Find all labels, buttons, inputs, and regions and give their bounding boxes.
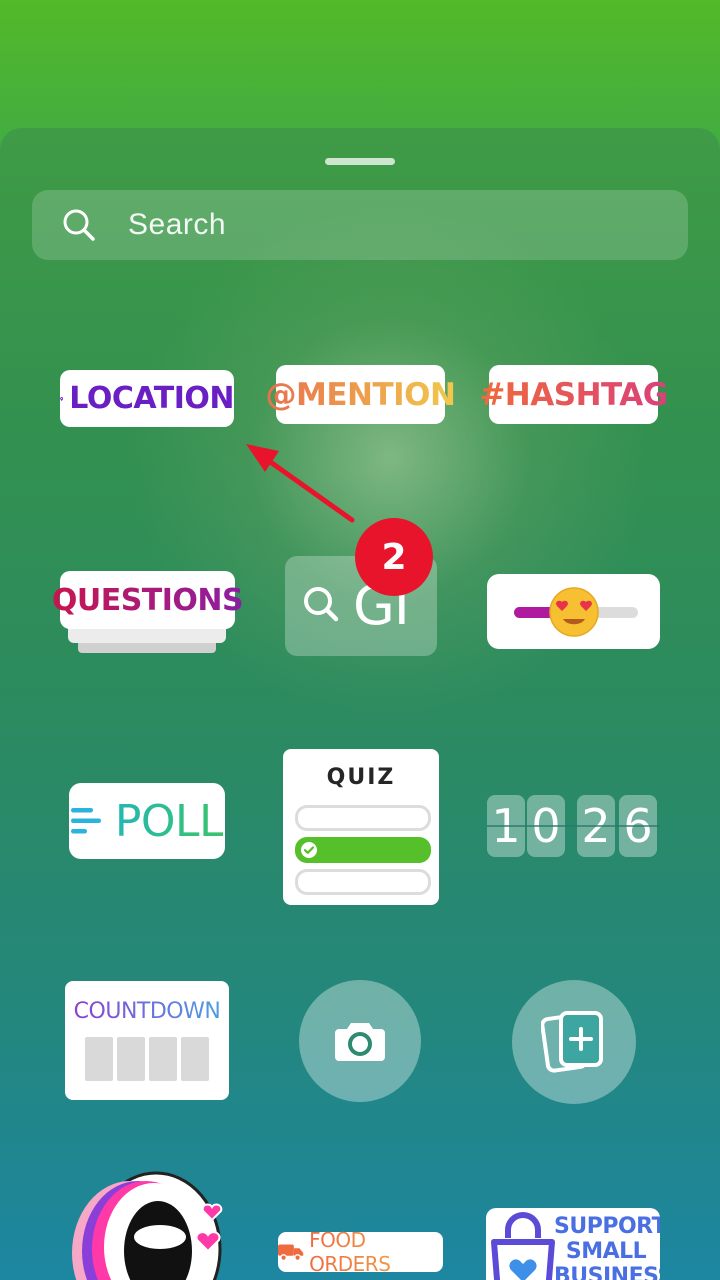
drag-handle[interactable]	[325, 158, 395, 165]
step-number: 2	[381, 536, 407, 578]
support-label-line3: BUSINESS	[554, 1264, 660, 1280]
time-sticker[interactable]: 1 0 2 6	[487, 795, 660, 857]
food-truck-icon	[278, 1244, 304, 1262]
search-icon	[63, 209, 95, 241]
poll-label: POLL	[114, 795, 224, 847]
location-pin-icon	[60, 396, 64, 401]
location-label: LOCATION	[69, 381, 234, 416]
support-small-business-sticker[interactable]: SUPPORT SMALL BUSINESS	[486, 1208, 660, 1280]
quiz-option	[295, 805, 431, 831]
sticker-tray: Search LOCATION @MENTION #HASHTAG QUESTI…	[0, 128, 720, 1280]
quiz-option	[295, 869, 431, 895]
questions-sticker[interactable]: QUESTIONS	[52, 571, 244, 655]
search-icon	[304, 587, 339, 622]
food-orders-label: FOOD ORDERS	[309, 1228, 443, 1276]
support-label-line1: SUPPORT	[554, 1214, 660, 1239]
poll-icon	[70, 808, 101, 834]
countdown-sticker[interactable]: COUNTDOWN	[65, 981, 229, 1100]
mouth-icon	[72, 1171, 223, 1280]
mention-label: @MENTION	[265, 376, 456, 413]
step-badge: 2	[355, 518, 433, 596]
search-input[interactable]: Search	[128, 208, 226, 242]
check-icon	[301, 842, 317, 858]
quiz-option-correct	[295, 837, 431, 863]
hashtag-sticker[interactable]: #HASHTAG	[479, 365, 668, 424]
add-media-sticker-button[interactable]	[512, 980, 636, 1104]
poll-sticker[interactable]: POLL	[69, 783, 225, 859]
yelling-mouth-sticker[interactable]	[58, 1171, 238, 1280]
hashtag-label: #HASHTAG	[479, 376, 668, 413]
emoji-slider-sticker[interactable]	[487, 574, 660, 649]
camera-sticker-button[interactable]	[299, 980, 421, 1102]
countdown-label: COUNTDOWN	[65, 999, 229, 1024]
location-sticker[interactable]: LOCATION	[60, 370, 234, 427]
sticker-search-bar[interactable]: Search	[32, 190, 688, 260]
quiz-title: QUIZ	[326, 765, 396, 790]
add-media-icon	[541, 1011, 603, 1073]
camera-icon	[335, 1023, 385, 1061]
support-label-line2: SMALL	[565, 1239, 647, 1264]
slider-emoji-icon	[513, 586, 638, 637]
shopping-bag-icon	[491, 1212, 555, 1280]
mention-sticker[interactable]: @MENTION	[266, 365, 456, 424]
questions-label: QUESTIONS	[51, 582, 244, 618]
food-orders-sticker[interactable]: FOOD ORDERS	[278, 1228, 443, 1276]
quiz-sticker[interactable]: QUIZ	[283, 749, 439, 905]
